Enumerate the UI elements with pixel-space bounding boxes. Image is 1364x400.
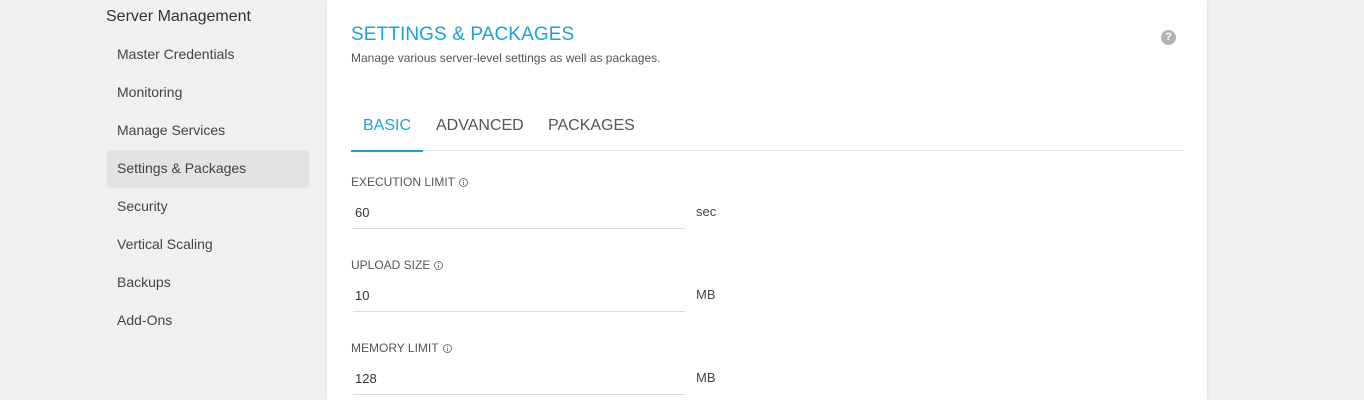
memory-limit-unit: MB (696, 370, 716, 385)
execution-limit-label: EXECUTION LIMIT (351, 175, 456, 189)
upload-size-label: UPLOAD SIZE (351, 258, 431, 272)
execution-limit-label-row: EXECUTION LIMIT (351, 174, 751, 190)
sidebar-item-master-credentials[interactable]: Master Credentials (107, 36, 309, 74)
page: Server Management Master Credentials Mon… (0, 0, 1364, 400)
upload-size-input[interactable] (353, 279, 685, 312)
page-title: SETTINGS & PACKAGES (351, 24, 575, 45)
upload-size-field: UPLOAD SIZE MB (351, 257, 751, 312)
execution-limit-input[interactable] (353, 196, 685, 229)
upload-size-label-row: UPLOAD SIZE (351, 257, 751, 273)
memory-limit-label: MEMORY LIMIT (351, 341, 439, 355)
sidebar: Server Management Master Credentials Mon… (0, 0, 327, 400)
upload-size-unit: MB (696, 287, 716, 302)
tab-basic[interactable]: BASIC (351, 104, 423, 152)
help-icon[interactable]: ? (1161, 30, 1176, 45)
memory-limit-input[interactable] (353, 362, 685, 395)
upload-size-info-icon[interactable] (434, 260, 444, 270)
tab-bar: BASIC ADVANCED PACKAGES (351, 104, 1184, 152)
tab-advanced[interactable]: ADVANCED (436, 104, 524, 150)
sidebar-list: Master Credentials Monitoring Manage Ser… (107, 36, 309, 340)
tab-packages[interactable]: PACKAGES (548, 104, 635, 150)
sidebar-item-add-ons[interactable]: Add-Ons (107, 302, 309, 340)
memory-limit-field: MEMORY LIMIT MB (351, 340, 751, 395)
execution-limit-field: EXECUTION LIMIT sec (351, 174, 751, 229)
memory-limit-label-row: MEMORY LIMIT (351, 340, 751, 356)
memory-limit-info-icon[interactable] (442, 343, 452, 353)
page-subtitle: Manage various server-level settings as … (351, 51, 661, 65)
settings-card: SETTINGS & PACKAGES Manage various serve… (327, 0, 1207, 400)
sidebar-item-settings-packages[interactable]: Settings & Packages (107, 150, 309, 188)
execution-limit-info-icon[interactable] (459, 177, 469, 187)
sidebar-item-monitoring[interactable]: Monitoring (107, 74, 309, 112)
execution-limit-unit: sec (696, 204, 717, 219)
sidebar-heading: Server Management (106, 8, 251, 25)
sidebar-item-security[interactable]: Security (107, 188, 309, 226)
sidebar-item-manage-services[interactable]: Manage Services (107, 112, 309, 150)
sidebar-item-backups[interactable]: Backups (107, 264, 309, 302)
sidebar-item-vertical-scaling[interactable]: Vertical Scaling (107, 226, 309, 264)
